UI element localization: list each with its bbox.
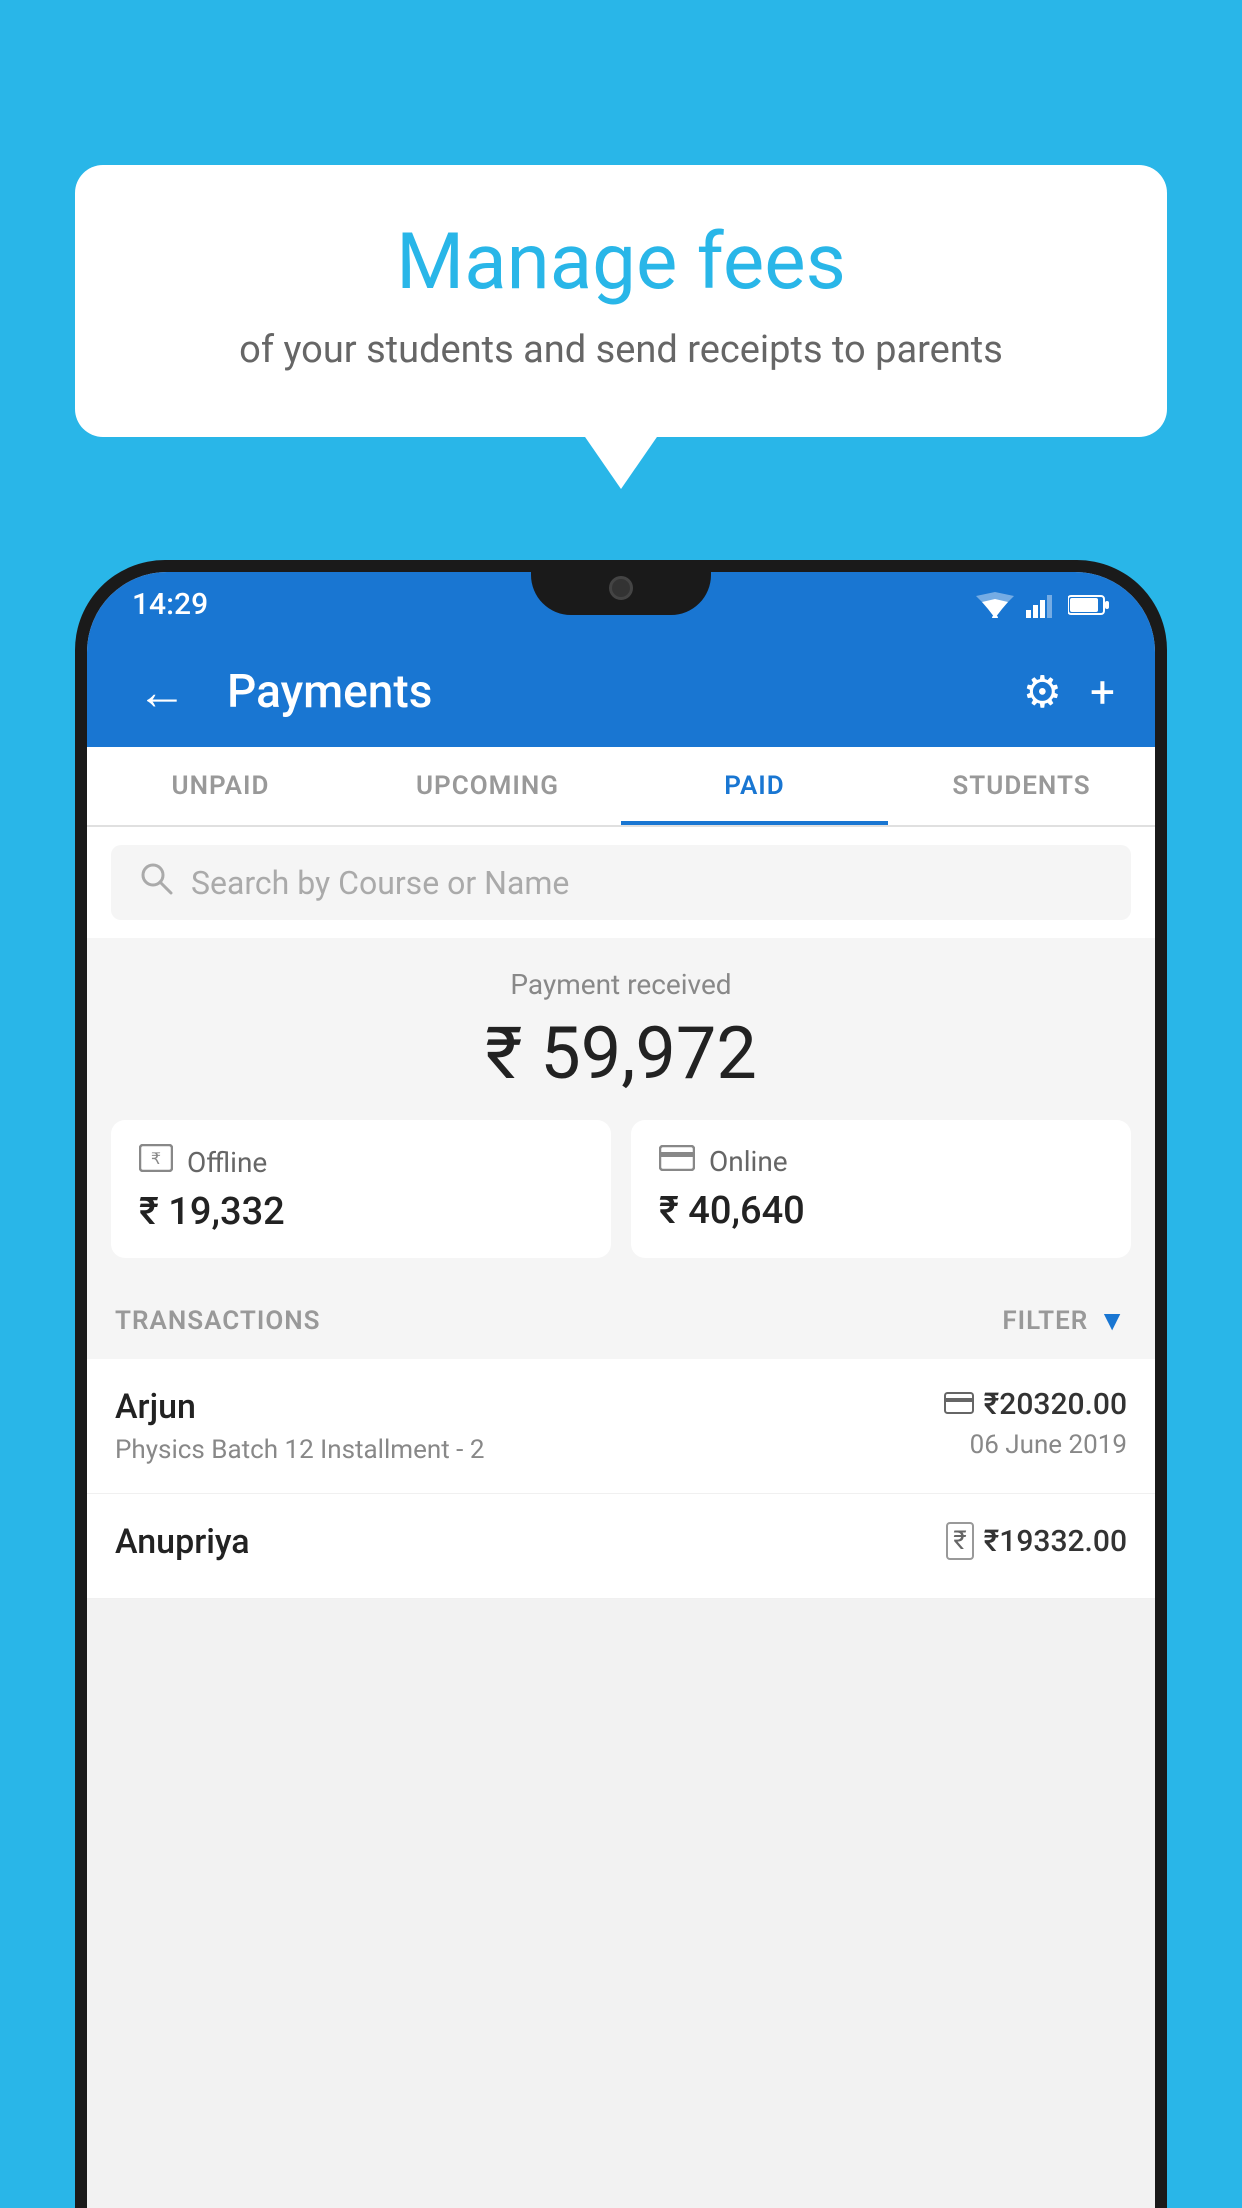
phone-notch bbox=[531, 560, 711, 615]
transaction-card-icon bbox=[944, 1388, 974, 1421]
back-button[interactable]: ← bbox=[127, 653, 197, 732]
transactions-label: TRANSACTIONS bbox=[115, 1306, 321, 1336]
payment-label: Payment received bbox=[111, 968, 1131, 1001]
search-svg bbox=[139, 861, 173, 895]
tab-paid[interactable]: PAID bbox=[621, 747, 888, 825]
search-placeholder: Search by Course or Name bbox=[191, 864, 569, 902]
add-button[interactable]: + bbox=[1090, 666, 1115, 718]
filter-button[interactable]: FILTER ▼ bbox=[1002, 1304, 1127, 1337]
transaction-row[interactable]: Arjun Physics Batch 12 Installment - 2 ₹… bbox=[87, 1359, 1155, 1494]
transaction-amount-row-2: ₹ ₹19332.00 bbox=[946, 1522, 1127, 1560]
tab-unpaid[interactable]: UNPAID bbox=[87, 747, 354, 825]
battery-icon bbox=[1068, 594, 1110, 616]
tab-students[interactable]: STUDENTS bbox=[888, 747, 1155, 825]
offline-amount: ₹ 19,332 bbox=[139, 1190, 583, 1234]
payment-cards: ₹ Offline ₹ 19,332 bbox=[111, 1120, 1131, 1258]
app-bar-actions: ⚙ + bbox=[1023, 666, 1115, 718]
status-icons bbox=[976, 592, 1110, 618]
transaction-rupee-icon: ₹ bbox=[946, 1522, 973, 1560]
offline-card-header: ₹ Offline bbox=[139, 1144, 583, 1180]
payment-summary: Payment received ₹ 59,972 ₹ Offline ₹ 19… bbox=[87, 938, 1155, 1282]
tabs: UNPAID UPCOMING PAID STUDENTS bbox=[87, 747, 1155, 827]
transaction-amount-row: ₹20320.00 bbox=[944, 1387, 1127, 1422]
transactions-header: TRANSACTIONS FILTER ▼ bbox=[87, 1282, 1155, 1359]
tab-upcoming[interactable]: UPCOMING bbox=[354, 747, 621, 825]
phone-screen: 14:29 bbox=[87, 572, 1155, 2208]
signal-icon bbox=[1026, 592, 1056, 618]
status-time: 14:29 bbox=[132, 587, 208, 622]
search-bar[interactable]: Search by Course or Name bbox=[111, 845, 1131, 920]
card-small-svg bbox=[944, 1392, 974, 1414]
transaction-name: Arjun bbox=[115, 1387, 484, 1427]
bubble-title: Manage fees bbox=[135, 220, 1107, 306]
transaction-left: Arjun Physics Batch 12 Installment - 2 bbox=[115, 1387, 484, 1465]
app-title: Payments bbox=[227, 665, 993, 719]
settings-button[interactable]: ⚙ bbox=[1023, 666, 1062, 718]
transaction-left-2: Anupriya bbox=[115, 1522, 250, 1570]
app-bar: ← Payments ⚙ + bbox=[87, 637, 1155, 747]
camera bbox=[609, 576, 633, 600]
payment-amount: ₹ 59,972 bbox=[111, 1011, 1131, 1096]
transaction-amount-2: ₹19332.00 bbox=[984, 1524, 1127, 1559]
card-icon-svg bbox=[659, 1145, 695, 1171]
transaction-detail: Physics Batch 12 Installment - 2 bbox=[115, 1435, 484, 1465]
speech-bubble: Manage fees of your students and send re… bbox=[75, 165, 1167, 437]
transaction-right: ₹20320.00 06 June 2019 bbox=[944, 1387, 1127, 1460]
transaction-row[interactable]: Anupriya ₹ ₹19332.00 bbox=[87, 1494, 1155, 1599]
svg-text:₹: ₹ bbox=[151, 1151, 161, 1168]
search-icon bbox=[139, 861, 173, 904]
card-icon bbox=[659, 1144, 695, 1179]
online-card: Online ₹ 40,640 bbox=[631, 1120, 1131, 1258]
rupee-icon-svg: ₹ bbox=[139, 1144, 173, 1172]
transaction-name-2: Anupriya bbox=[115, 1522, 250, 1562]
transaction-right-2: ₹ ₹19332.00 bbox=[946, 1522, 1127, 1568]
phone-frame: 14:29 bbox=[75, 560, 1167, 2208]
online-card-header: Online bbox=[659, 1144, 1103, 1179]
transaction-date: 06 June 2019 bbox=[944, 1430, 1127, 1460]
rupee-box-icon: ₹ bbox=[139, 1144, 173, 1180]
wifi-icon bbox=[976, 592, 1014, 618]
transactions-list: Arjun Physics Batch 12 Installment - 2 ₹… bbox=[87, 1359, 1155, 1599]
transaction-amount: ₹20320.00 bbox=[984, 1387, 1127, 1422]
online-amount: ₹ 40,640 bbox=[659, 1189, 1103, 1233]
search-container: Search by Course or Name bbox=[87, 827, 1155, 938]
filter-icon: ▼ bbox=[1098, 1304, 1127, 1337]
offline-card: ₹ Offline ₹ 19,332 bbox=[111, 1120, 611, 1258]
bubble-subtitle: of your students and send receipts to pa… bbox=[135, 328, 1107, 372]
